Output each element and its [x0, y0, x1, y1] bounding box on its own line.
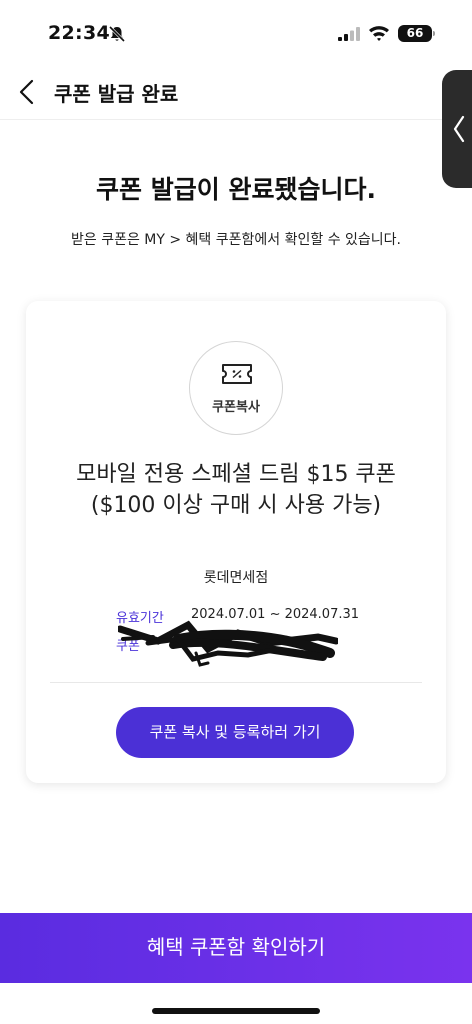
battery-icon: 66 — [398, 25, 435, 42]
battery-level: 66 — [406, 26, 424, 40]
coupon-name: 모바일 전용 스페셜 드림 $15 쿠폰($100 이상 구매 시 사용 가능) — [76, 462, 396, 518]
coupon-copy-badge[interactable]: 쿠폰복사 — [189, 341, 283, 435]
status-bar: 22:34 66 — [0, 0, 472, 62]
bell-slash-icon — [108, 25, 126, 43]
coupon-ticket-icon — [222, 364, 252, 384]
header: 쿠폰 발급 완료 — [0, 62, 472, 120]
completion-description: 받은 쿠폰은 MY > 혜택 쿠폰함에서 확인할 수 있습니다. — [70, 232, 401, 248]
coupon-brand: 롯데면세점 — [203, 570, 269, 586]
back-chevron-icon[interactable] — [16, 78, 40, 106]
page-title: 쿠폰 발급 완료 — [54, 82, 179, 106]
redaction-scribble — [118, 620, 338, 667]
coupon-copy-label: 쿠폰복사 — [212, 400, 260, 415]
status-time: 22:34 — [48, 22, 110, 44]
coupon-card: 쿠폰복사 모바일 전용 스페셜 드림 $15 쿠폰($100 이상 구매 시 사… — [26, 301, 446, 783]
completion-title: 쿠폰 발급이 완료됐습니다. — [96, 175, 376, 204]
card-divider — [50, 682, 422, 683]
view-coupon-box-button[interactable]: 혜택 쿠폰함 확인하기 — [0, 913, 472, 983]
signal-icon — [338, 27, 360, 41]
copy-and-register-button[interactable]: 쿠폰 복사 및 등록하러 가기 — [116, 707, 354, 758]
home-indicator — [152, 1008, 320, 1014]
wifi-icon — [369, 26, 389, 41]
chevron-left-icon — [453, 115, 465, 143]
